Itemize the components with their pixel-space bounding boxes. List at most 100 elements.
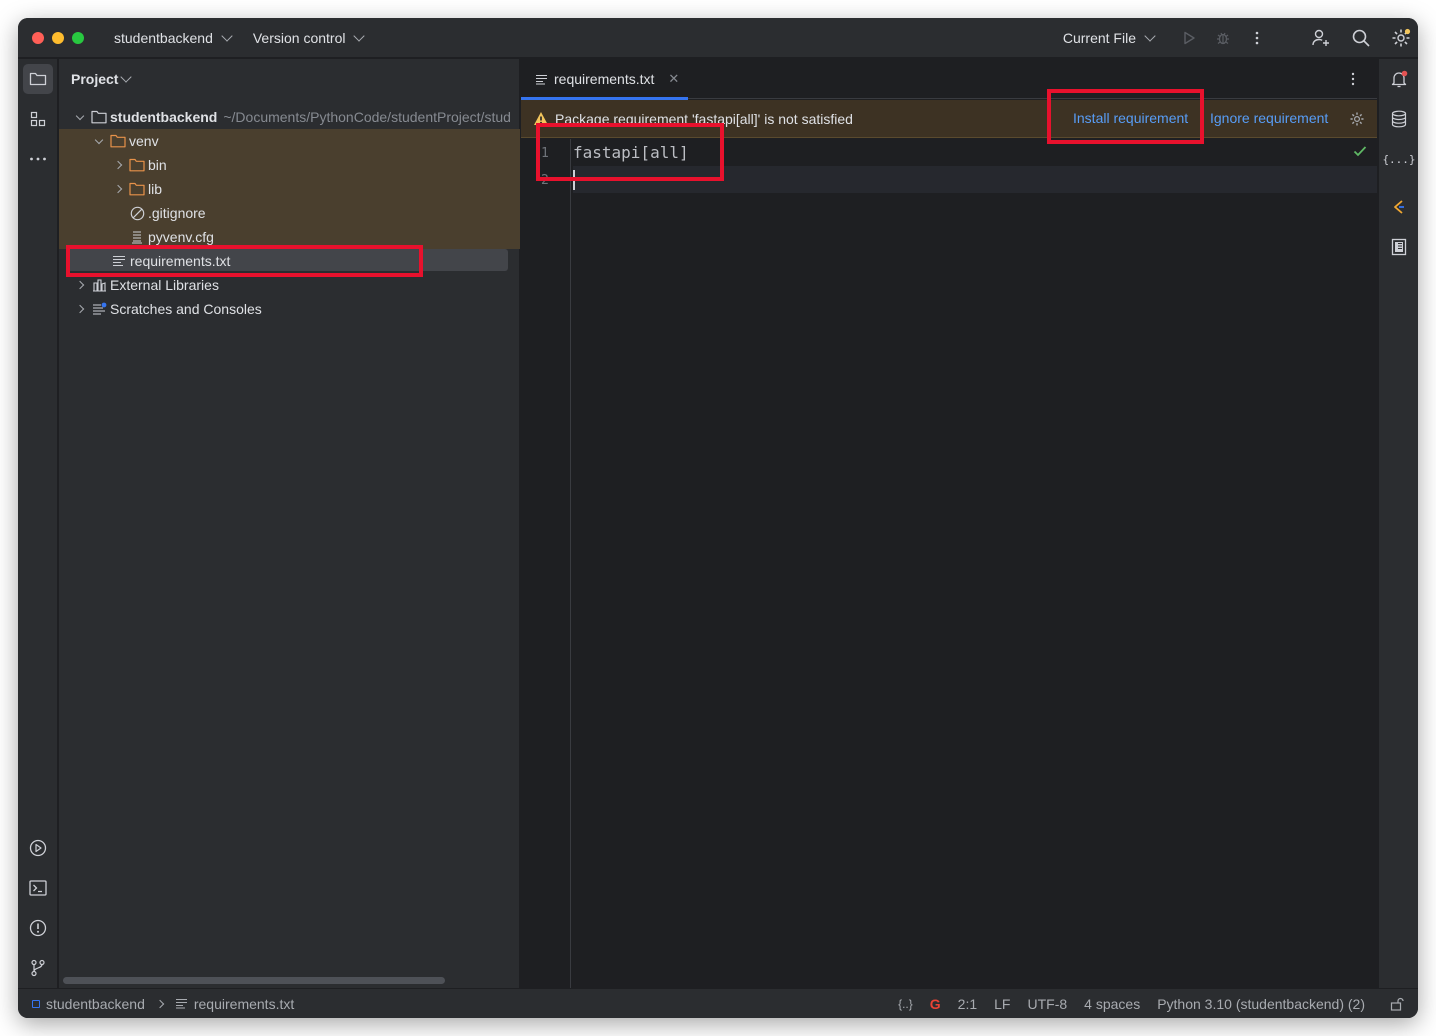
chevron-down-icon [221, 29, 233, 42]
search-icon [1352, 29, 1370, 47]
tree-item-label: studentbackend [110, 109, 218, 125]
chevron-right-icon [113, 160, 123, 170]
add-user-icon [1312, 29, 1329, 46]
project-tool-button[interactable] [23, 64, 53, 94]
tree-item-scratches-and-consoles[interactable]: Scratches and Consoles [59, 297, 520, 321]
code-line[interactable]: fastapi[all] [573, 139, 1377, 166]
tree-item-studentbackend[interactable]: studentbackend ~/Documents/PythonCode/st… [59, 105, 520, 129]
line-number-gutter: 1 2 [521, 139, 571, 988]
module-icon [32, 999, 40, 1008]
editor-tabs-more-button[interactable] [1343, 69, 1363, 89]
tree-item-pyvenv-cfg[interactable]: pyvenv.cfg [59, 225, 520, 249]
tree-item-requirements-txt[interactable]: requirements.txt [59, 249, 520, 273]
services-icon [29, 839, 47, 857]
indent-setting[interactable]: 4 spaces [1084, 996, 1140, 1012]
text-file-icon [111, 253, 127, 269]
json-tool-button[interactable]: {...} [1382, 144, 1415, 174]
terminal-icon [29, 880, 47, 896]
folder-icon [129, 181, 145, 197]
chevron-down-icon [120, 71, 133, 83]
expand-arrow[interactable] [73, 110, 87, 124]
structure-tool-button[interactable] [23, 104, 53, 134]
settings-button[interactable] [1384, 21, 1418, 55]
breadcrumb-project[interactable]: studentbackend [46, 996, 145, 1012]
tree-item-venv[interactable]: venv [59, 129, 520, 153]
code-line-current[interactable] [573, 166, 1377, 193]
checkmark-icon [1353, 145, 1367, 160]
lock-open-icon[interactable] [1390, 997, 1404, 1011]
project-panel-header[interactable]: Project [59, 59, 519, 99]
run-configuration-selector[interactable]: Current File [1062, 30, 1156, 46]
search-everywhere-button[interactable] [1344, 21, 1378, 55]
gear-icon[interactable] [1349, 111, 1365, 127]
title-bar: studentbackend Version control Current F… [18, 18, 1418, 58]
file-encoding[interactable]: UTF-8 [1027, 996, 1067, 1012]
debug-button[interactable] [1206, 21, 1240, 55]
caret-position[interactable]: 2:1 [958, 996, 977, 1012]
ignore-file-icon [129, 205, 145, 221]
horizontal-scrollbar[interactable] [63, 977, 445, 984]
run-configuration-label: Current File [1062, 30, 1136, 46]
git-tool-button[interactable] [23, 953, 53, 983]
text-caret [573, 169, 575, 190]
maximize-window-button[interactable] [72, 31, 84, 44]
code-text: fastapi[all] [573, 143, 689, 162]
chevron-down-icon [353, 29, 366, 42]
sciview-tool-button[interactable] [1384, 232, 1414, 262]
tree-item-label: Scratches and Consoles [110, 301, 262, 317]
version-control-label: Version control [252, 29, 346, 46]
expand-arrow[interactable] [92, 134, 106, 148]
project-switcher-label: studentbackend [114, 29, 213, 46]
tree-item-lib[interactable]: lib [59, 177, 520, 201]
expand-arrow[interactable] [73, 302, 87, 316]
google-icon[interactable]: G [930, 996, 941, 1012]
chevron-right-icon [75, 280, 85, 290]
ide-window: studentbackend Version control Current F… [18, 18, 1418, 1018]
version-control-menu[interactable]: Version control [252, 29, 366, 46]
bug-icon [1217, 32, 1229, 45]
tree-item-label: pyvenv.cfg [148, 229, 214, 245]
tree-item-label: External Libraries [110, 277, 219, 293]
line-separator[interactable]: LF [994, 996, 1010, 1012]
database-tool-button[interactable] [1384, 104, 1414, 134]
notifications-tool-button[interactable] [1384, 64, 1414, 94]
close-icon[interactable]: ✕ [668, 71, 679, 87]
text-file-icon [536, 74, 547, 85]
ai-assistant-tool-button[interactable] [1384, 192, 1414, 222]
breadcrumb-file[interactable]: requirements.txt [194, 996, 294, 1012]
banner-message: Package requirement 'fastapi[all]' is no… [555, 110, 853, 127]
tree-item-bin[interactable]: bin [59, 153, 520, 177]
tree-item-label: .gitignore [148, 205, 206, 221]
tab-requirements-txt[interactable]: requirements.txt ✕ [521, 59, 688, 100]
database-icon [1391, 110, 1407, 128]
ignore-requirement-link[interactable]: Ignore requirement [1210, 110, 1328, 126]
tree-item-gitignore[interactable]: .gitignore [59, 201, 520, 225]
expand-arrow[interactable] [73, 278, 87, 292]
tree-item-external-libraries[interactable]: External Libraries [59, 273, 520, 297]
expand-arrow[interactable] [111, 158, 125, 172]
text-file-icon [175, 998, 187, 1009]
json-indicator[interactable]: {..} [898, 997, 913, 1011]
tree-item-label: requirements.txt [130, 253, 231, 269]
tree-item-label: venv [129, 133, 159, 149]
problems-tool-button[interactable] [23, 913, 53, 943]
terminal-tool-button[interactable] [23, 873, 53, 903]
services-tool-button[interactable] [23, 833, 53, 863]
close-window-button[interactable] [32, 31, 44, 44]
warning-triangle-icon [533, 111, 549, 127]
title-bar-actions: Current File [1063, 18, 1418, 58]
expand-arrow[interactable] [111, 182, 125, 196]
window-controls [32, 31, 84, 44]
more-tools-button[interactable] [23, 144, 53, 174]
project-panel-title: Project [71, 71, 119, 87]
more-actions-button[interactable] [1240, 21, 1274, 55]
chevron-down-icon [94, 135, 104, 144]
more-horizontal-icon [30, 157, 46, 161]
project-switcher[interactable]: studentbackend [114, 29, 233, 46]
project-panel: Project studentbackend ~/Documents/Pytho… [59, 59, 520, 988]
run-button[interactable] [1172, 21, 1206, 55]
python-interpreter[interactable]: Python 3.10 (studentbackend) (2) [1157, 996, 1365, 1012]
code-with-me-button[interactable] [1304, 21, 1338, 55]
minimize-window-button[interactable] [52, 31, 64, 44]
install-requirement-link[interactable]: Install requirement [1073, 110, 1188, 126]
